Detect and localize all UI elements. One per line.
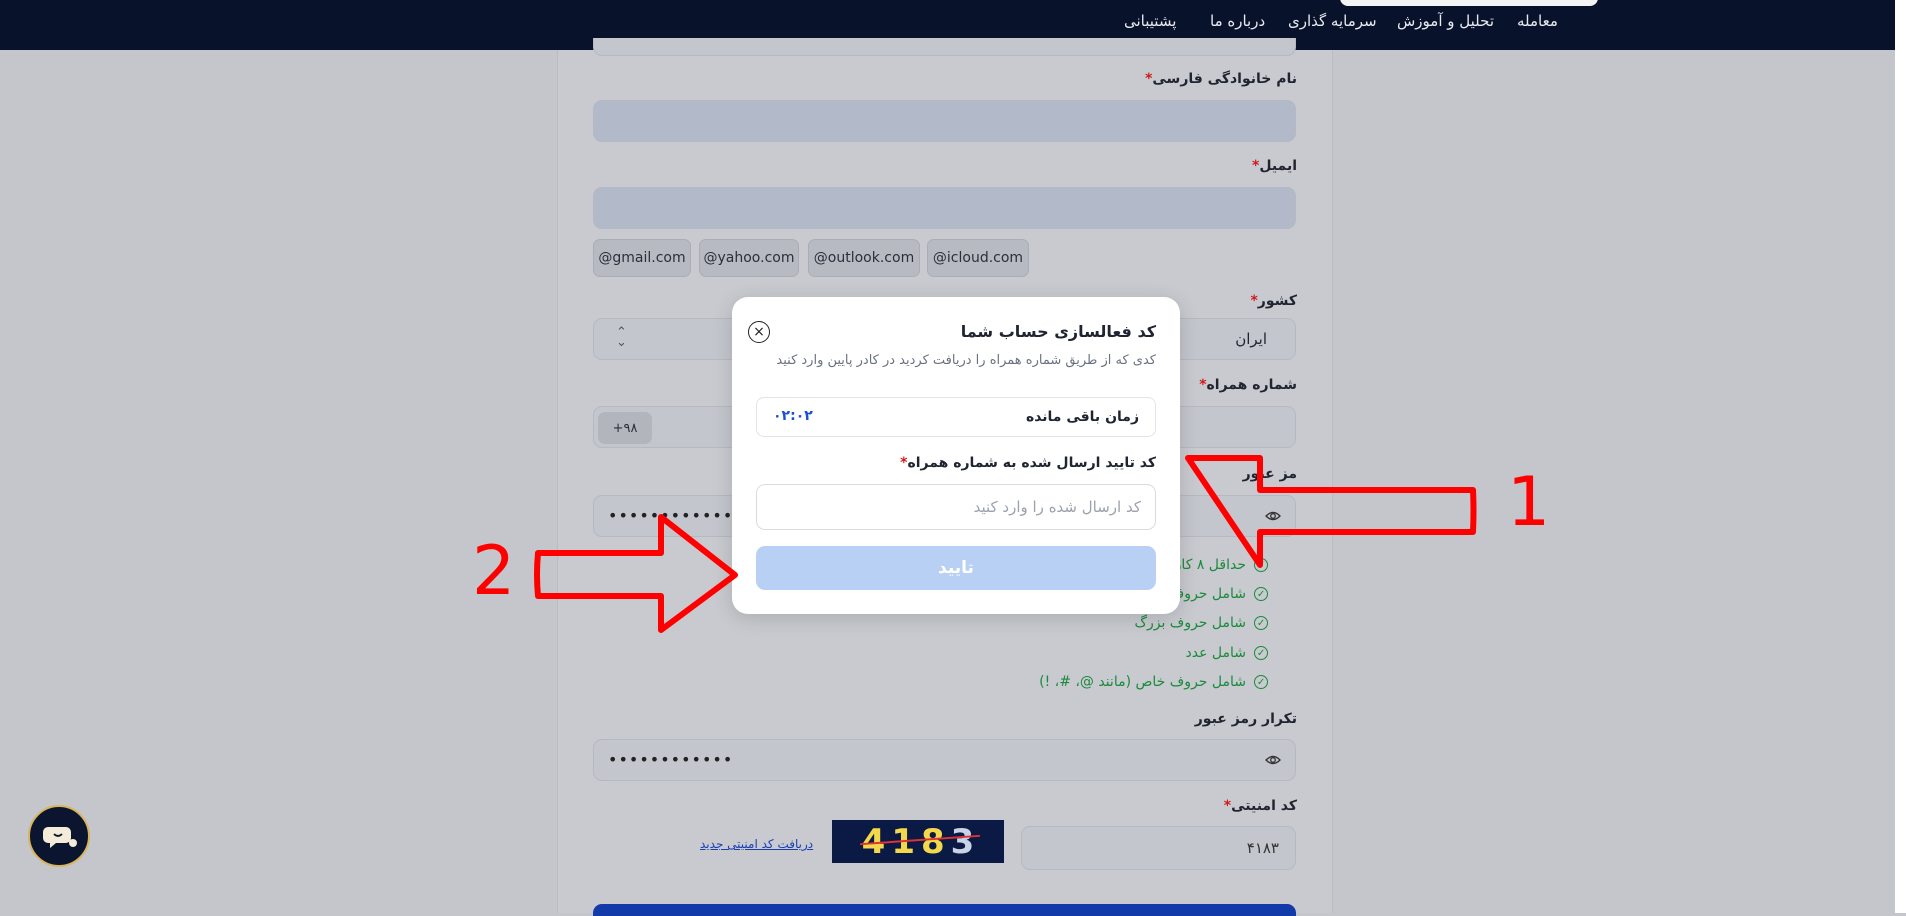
annotation-overlay — [534, 455, 1477, 633]
annotation-label-2: 2 — [472, 532, 516, 611]
annotation-arrow-2 — [534, 514, 738, 633]
annotation-arrow-1 — [1185, 455, 1477, 568]
annotation-label-1: 1 — [1507, 463, 1551, 542]
